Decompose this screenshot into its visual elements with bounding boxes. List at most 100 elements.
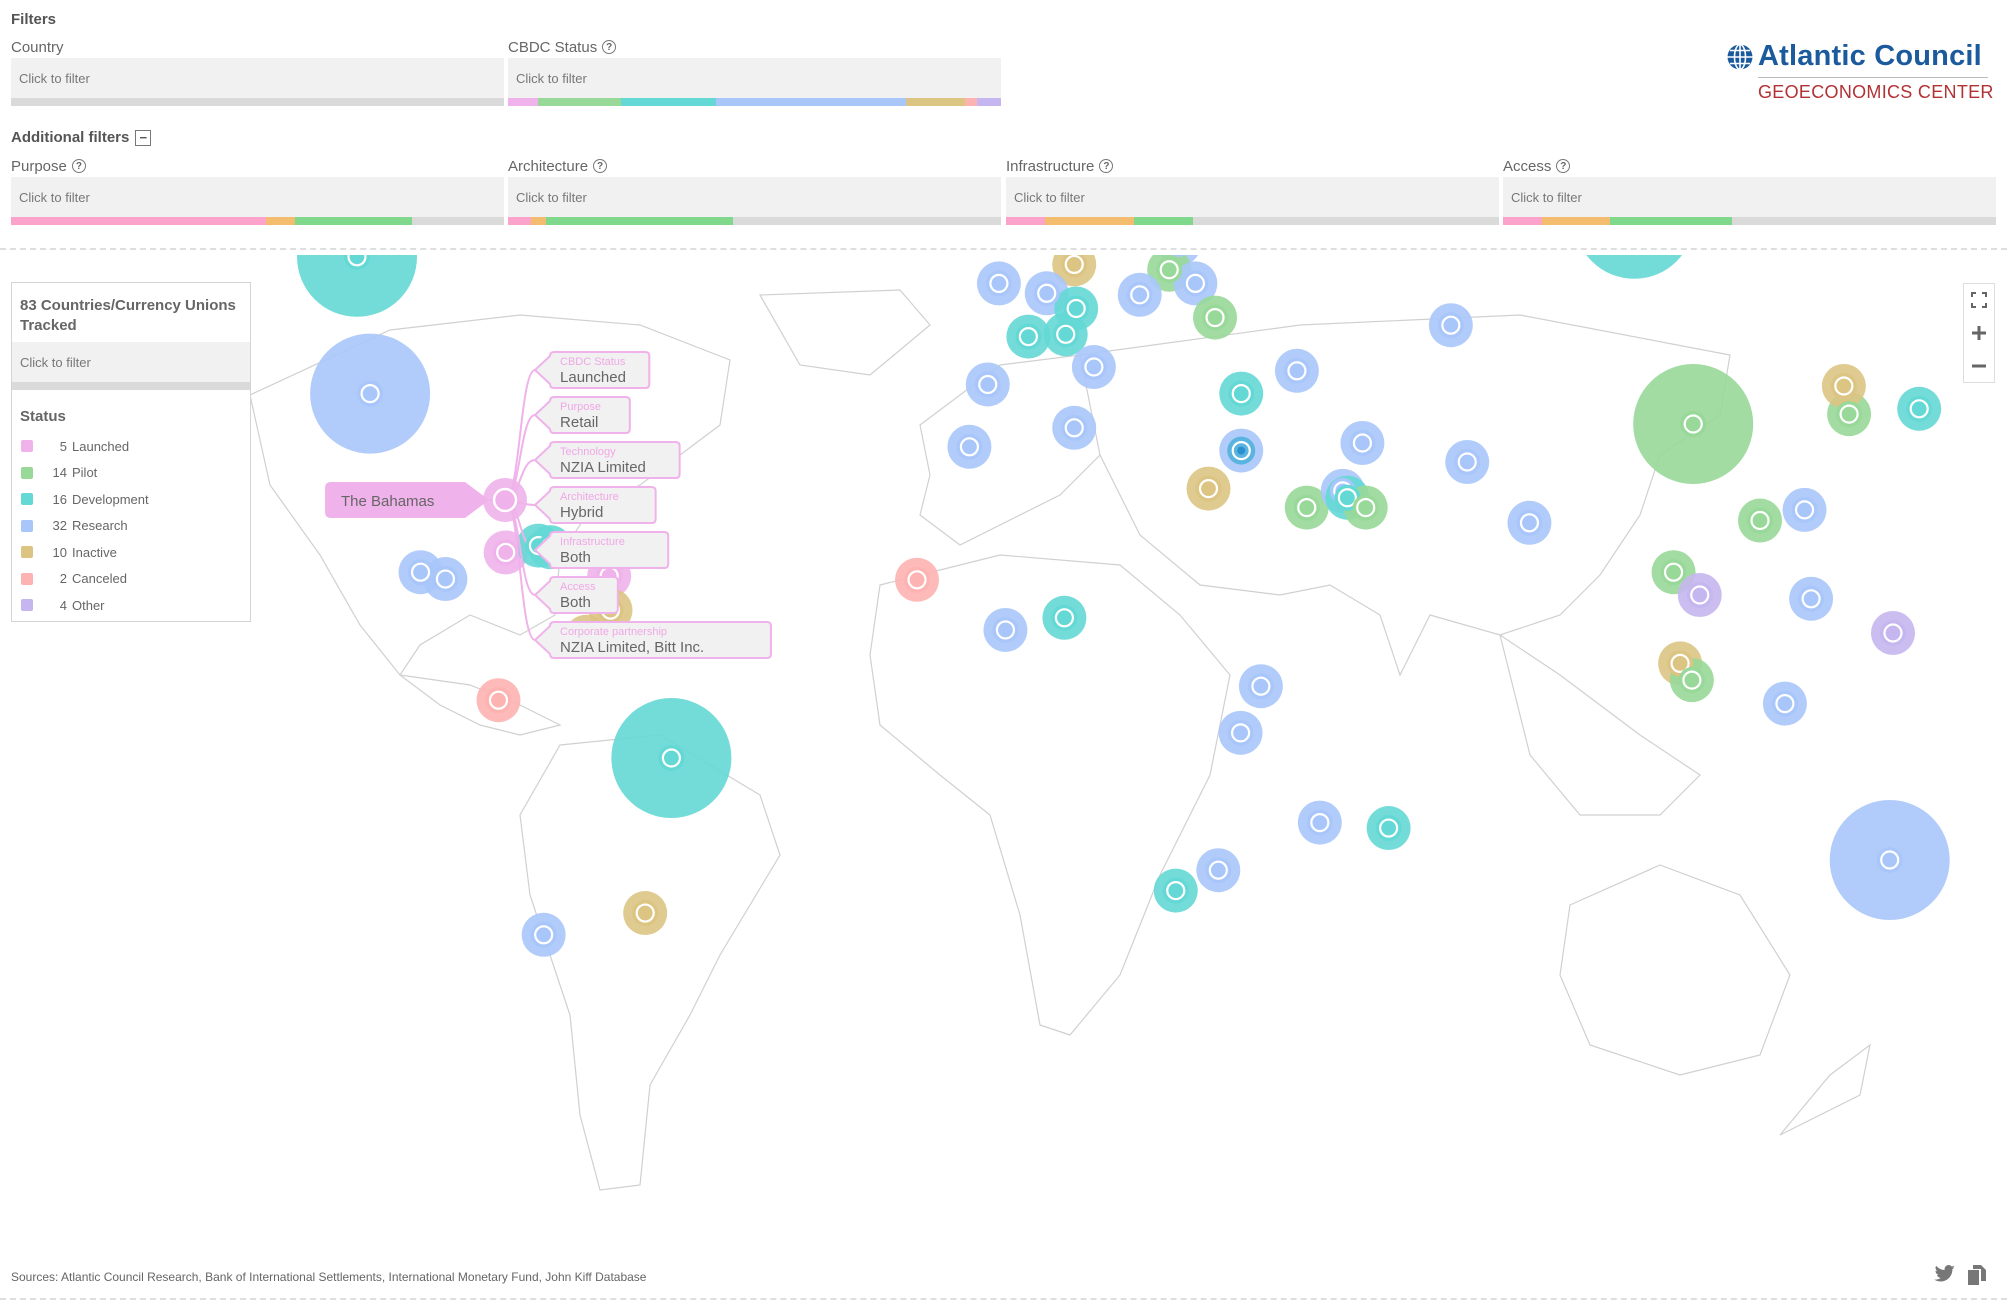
bar-segment-segment-3[interactable] [1609,217,1732,225]
legend-item-launched[interactable]: 5 Launched [12,433,250,460]
legend-item-inactive[interactable]: 10 Inactive [12,539,250,566]
bar-segment-launched[interactable] [508,98,538,106]
marker-honduras[interactable] [432,566,459,593]
marker-pakistan[interactable] [1454,449,1481,475]
marker-indonesia[interactable] [1771,690,1798,717]
marker-netherlands[interactable] [1033,280,1060,307]
marker-brazil[interactable] [658,745,685,771]
zoom-out-button[interactable] [1964,351,1994,381]
bar-segment-segment-2[interactable] [1542,217,1610,225]
marker-united-arab-emirates[interactable] [1352,494,1379,521]
twitter-share-button[interactable] [1934,1265,1956,1283]
marker-south-africa[interactable] [1162,877,1189,904]
atlantic-council-logo[interactable]: Atlantic Council GEOECONOMICS CENTER [1726,40,1996,103]
marker-poland[interactable] [1126,281,1153,308]
marker-tanzania[interactable] [1227,719,1254,746]
bar-segment-segment-1[interactable] [1503,217,1543,225]
marker-ukraine[interactable] [1202,304,1229,331]
marker-chile[interactable] [530,921,557,948]
marker-taiwan[interactable] [1791,496,1818,523]
marker-guatemala[interactable] [407,559,434,586]
country-russia[interactable] [1574,255,1694,279]
marker-uruguay[interactable] [632,900,659,927]
marker-china[interactable] [1680,411,1707,437]
bar-segment-segment-2[interactable] [531,217,546,225]
world-map[interactable]: The Bahamas CBDC Status Launched Purpose Ret… [0,255,2007,1245]
marker-france[interactable] [1015,323,1042,350]
marker-belarus[interactable] [1182,270,1209,297]
access-filter-input[interactable]: Click to filter [1503,177,1996,217]
marker-north-korea[interactable] [1830,373,1857,399]
legend-item-development[interactable]: 16 Development [12,486,250,513]
marker-united-kingdom[interactable] [985,270,1012,297]
marker-hong-kong[interactable] [1747,507,1774,534]
bar-segment-segment-3[interactable] [545,217,734,225]
architecture-filter-input[interactable]: Click to filter [508,177,1001,217]
bar-segment-segment-1[interactable] [508,217,532,225]
map-canvas[interactable]: The BahamasCBDC StatusLaunchedPurposeRet… [0,255,2007,1245]
infrastructure-filter-input[interactable]: Click to filter [1006,177,1499,217]
marker-philippines[interactable] [1798,585,1825,612]
marker-singapore[interactable] [1678,667,1705,694]
cbdc-status-filter-input[interactable]: Click to filter [508,58,1001,98]
bar-segment-pilot[interactable] [537,98,621,106]
marker-madagascar[interactable] [1306,809,1333,836]
marker-kazakhstan[interactable] [1437,312,1464,339]
marker-thailand[interactable] [1660,559,1687,586]
marker-turkey[interactable] [1228,380,1255,407]
marker-euro-area[interactable] [1063,295,1090,322]
country-filter-input[interactable]: Click to filter [11,58,504,98]
marker-mauritius[interactable] [1375,815,1402,842]
bar-segment-segment-2[interactable] [265,217,296,225]
marker-australia[interactable] [1876,847,1903,873]
marker-nigeria[interactable] [1051,604,1078,631]
marker-iran[interactable] [1349,430,1376,456]
marker-switzerland[interactable] [1052,321,1079,348]
marker-united-states[interactable] [357,380,384,407]
marker-georgia[interactable] [1283,357,1310,384]
bar-segment-other[interactable] [977,98,1001,106]
copy-embed-button[interactable] [1968,1265,1986,1285]
legend-item-pilot[interactable]: 14 Pilot [12,460,250,487]
bar-segment-segment-1[interactable] [11,217,266,225]
marker-senegal[interactable] [904,566,931,593]
marker-india[interactable] [1516,509,1543,536]
marker-ghana[interactable] [992,616,1019,643]
bar-segment-inactive[interactable] [905,98,966,106]
bar-segment-segment-1[interactable] [1006,217,1046,225]
purpose-filter-input[interactable]: Click to filter [11,177,504,217]
help-icon[interactable]: ? [1556,159,1571,173]
marker-cambodia[interactable] [1686,582,1713,608]
marker-saudi-arabia[interactable] [1293,494,1320,521]
marker-south-korea[interactable] [1836,401,1863,428]
marker-italy[interactable] [1080,354,1107,380]
marker-spain[interactable] [974,371,1001,398]
zoom-in-button[interactable] [1964,318,1994,348]
help-icon[interactable]: ? [1099,159,1114,173]
marker-lithuania[interactable] [1156,256,1183,283]
marker-egypt[interactable] [1195,475,1222,502]
marker-israel[interactable] [1227,436,1256,465]
bar-segment-segment-3[interactable] [295,217,413,225]
marker-kenya[interactable] [1247,673,1274,700]
fullscreen-button[interactable] [1964,285,1994,315]
bar-segment-research[interactable] [715,98,906,106]
selected-marker[interactable] [492,487,518,513]
legend-item-canceled[interactable]: 2 Canceled [12,566,250,593]
collapse-icon[interactable]: − [135,129,152,146]
legend-item-other[interactable]: 4 Other [12,592,250,619]
marker-jamaica[interactable] [492,539,519,566]
marker-japan[interactable] [1906,395,1933,422]
legend-filter-input[interactable]: Click to filter [12,342,250,382]
bar-segment-segment-2[interactable] [1045,217,1135,225]
help-icon[interactable]: ? [593,159,608,173]
bar-segment-development[interactable] [620,98,716,106]
help-icon[interactable]: ? [71,159,86,173]
marker-eswatini[interactable] [1205,857,1232,884]
marker-morocco[interactable] [956,433,983,460]
bar-segment-segment-3[interactable] [1134,217,1194,225]
help-icon[interactable]: ? [602,40,617,54]
marker-ecuador[interactable] [485,687,512,714]
marker-tunisia[interactable] [1061,414,1088,441]
legend-item-research[interactable]: 32 Research [12,513,250,540]
